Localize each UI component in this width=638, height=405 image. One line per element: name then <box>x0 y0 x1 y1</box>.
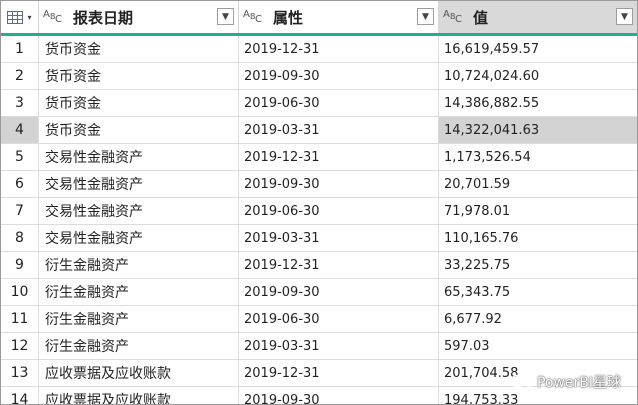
filter-dropdown-button[interactable]: ▼ <box>417 8 434 25</box>
cell-report-date[interactable]: 衍生金融资产 <box>39 333 239 359</box>
cell-value[interactable]: 110,165.76 <box>439 225 637 251</box>
watermark: PowerBI星球 <box>510 372 621 392</box>
cell-report-date[interactable]: 货币资金 <box>39 117 239 143</box>
table-row[interactable]: 7 交易性金融资产 2019-06-30 71,978.01 <box>1 198 637 225</box>
data-grid: ▾ ABC 报表日期 ▼ ABC 属性 ▼ ABC 值 ▼ 1 货币资金 2019-… <box>1 1 637 404</box>
chevron-down-icon: ▾ <box>27 12 32 22</box>
column-header-attribute[interactable]: ABC 属性 ▼ <box>239 1 439 33</box>
table-row[interactable]: 10 衍生金融资产 2019-09-30 65,343.75 <box>1 279 637 306</box>
table-row[interactable]: 12 衍生金融资产 2019-03-31 597.03 <box>1 333 637 360</box>
cell-attribute[interactable]: 2019-12-31 <box>239 36 439 62</box>
cell-value[interactable]: 10,724,024.60 <box>439 63 637 89</box>
cell-attribute[interactable]: 2019-06-30 <box>239 90 439 116</box>
row-number[interactable]: 9 <box>1 252 39 278</box>
watermark-text: PowerBI星球 <box>536 375 621 391</box>
column-title: 报表日期 <box>73 8 134 27</box>
row-number[interactable]: 2 <box>1 63 39 89</box>
text-type-icon[interactable]: ABC <box>43 9 65 25</box>
row-number[interactable]: 12 <box>1 333 39 359</box>
cell-report-date[interactable]: 交易性金融资产 <box>39 225 239 251</box>
row-number[interactable]: 10 <box>1 279 39 305</box>
cell-report-date[interactable]: 交易性金融资产 <box>39 198 239 224</box>
cell-value[interactable]: 16,619,459.57 <box>439 36 637 62</box>
cell-report-date[interactable]: 交易性金融资产 <box>39 171 239 197</box>
cell-value[interactable]: 71,978.01 <box>439 198 637 224</box>
table-row[interactable]: 6 交易性金融资产 2019-09-30 20,701.59 <box>1 171 637 198</box>
table-row[interactable]: 1 货币资金 2019-12-31 16,619,459.57 <box>1 36 637 63</box>
cell-value[interactable]: 14,386,882.55 <box>439 90 637 116</box>
cell-value[interactable]: 20,701.59 <box>439 171 637 197</box>
cell-report-date[interactable]: 货币资金 <box>39 63 239 89</box>
cell-report-date[interactable]: 应收票据及应收账款 <box>39 387 239 404</box>
table-menu-button[interactable]: ▾ <box>1 1 39 33</box>
cell-report-date[interactable]: 衍生金融资产 <box>39 252 239 278</box>
row-number[interactable]: 13 <box>1 360 39 386</box>
row-number[interactable]: 3 <box>1 90 39 116</box>
cell-attribute[interactable]: 2019-03-31 <box>239 333 439 359</box>
cell-attribute[interactable]: 2019-09-30 <box>239 63 439 89</box>
column-header-row: ▾ ABC 报表日期 ▼ ABC 属性 ▼ ABC 值 ▼ <box>1 1 637 36</box>
table-row[interactable]: 9 衍生金融资产 2019-12-31 33,225.75 <box>1 252 637 279</box>
cell-attribute[interactable]: 2019-12-31 <box>239 360 439 386</box>
row-number[interactable]: 4 <box>1 117 39 143</box>
cell-value[interactable]: 1,173,526.54 <box>439 144 637 170</box>
table-row[interactable]: 11 衍生金融资产 2019-06-30 6,677.92 <box>1 306 637 333</box>
cell-value[interactable]: 597.03 <box>439 333 637 359</box>
row-number[interactable]: 6 <box>1 171 39 197</box>
text-type-icon[interactable]: ABC <box>443 9 465 25</box>
cell-attribute[interactable]: 2019-09-30 <box>239 279 439 305</box>
column-title: 值 <box>473 8 489 27</box>
table-row[interactable]: 2 货币资金 2019-09-30 10,724,024.60 <box>1 63 637 90</box>
row-number[interactable]: 1 <box>1 36 39 62</box>
wechat-icon <box>510 374 532 390</box>
column-title: 属性 <box>273 8 304 27</box>
cell-value[interactable]: 14,322,041.63 <box>439 117 637 143</box>
cell-report-date[interactable]: 衍生金融资产 <box>39 279 239 305</box>
cell-report-date[interactable]: 货币资金 <box>39 90 239 116</box>
cell-value[interactable]: 33,225.75 <box>439 252 637 278</box>
cell-value[interactable]: 6,677.92 <box>439 306 637 332</box>
cell-attribute[interactable]: 2019-03-31 <box>239 117 439 143</box>
column-header-value[interactable]: ABC 值 ▼ <box>439 1 637 33</box>
table-icon <box>7 10 24 24</box>
row-number[interactable]: 7 <box>1 198 39 224</box>
cell-attribute[interactable]: 2019-06-30 <box>239 198 439 224</box>
table-row[interactable]: 5 交易性金融资产 2019-12-31 1,173,526.54 <box>1 144 637 171</box>
filter-dropdown-button[interactable]: ▼ <box>217 8 234 25</box>
filter-dropdown-button[interactable]: ▼ <box>616 8 633 25</box>
grid-body: 1 货币资金 2019-12-31 16,619,459.57 2 货币资金 2019-09… <box>1 36 637 404</box>
row-number[interactable]: 8 <box>1 225 39 251</box>
cell-attribute[interactable]: 2019-03-31 <box>239 225 439 251</box>
cell-report-date[interactable]: 货币资金 <box>39 36 239 62</box>
cell-report-date[interactable]: 衍生金融资产 <box>39 306 239 332</box>
table-row[interactable]: 4 货币资金 2019-03-31 14,322,041.63 <box>1 117 637 144</box>
row-number[interactable]: 14 <box>1 387 39 404</box>
cell-attribute[interactable]: 2019-12-31 <box>239 144 439 170</box>
cell-attribute[interactable]: 2019-09-30 <box>239 387 439 404</box>
text-type-icon[interactable]: ABC <box>243 9 265 25</box>
table-row[interactable]: 8 交易性金融资产 2019-03-31 110,165.76 <box>1 225 637 252</box>
row-number[interactable]: 5 <box>1 144 39 170</box>
cell-report-date[interactable]: 交易性金融资产 <box>39 144 239 170</box>
table-row[interactable]: 3 货币资金 2019-06-30 14,386,882.55 <box>1 90 637 117</box>
cell-attribute[interactable]: 2019-06-30 <box>239 306 439 332</box>
cell-attribute[interactable]: 2019-09-30 <box>239 171 439 197</box>
cell-report-date[interactable]: 应收票据及应收账款 <box>39 360 239 386</box>
cell-attribute[interactable]: 2019-12-31 <box>239 252 439 278</box>
column-header-report-date[interactable]: ABC 报表日期 ▼ <box>39 1 239 33</box>
query-editor-preview: ▾ ABC 报表日期 ▼ ABC 属性 ▼ ABC 值 ▼ 1 货币资金 2019-… <box>0 0 638 405</box>
row-number[interactable]: 11 <box>1 306 39 332</box>
cell-value[interactable]: 65,343.75 <box>439 279 637 305</box>
